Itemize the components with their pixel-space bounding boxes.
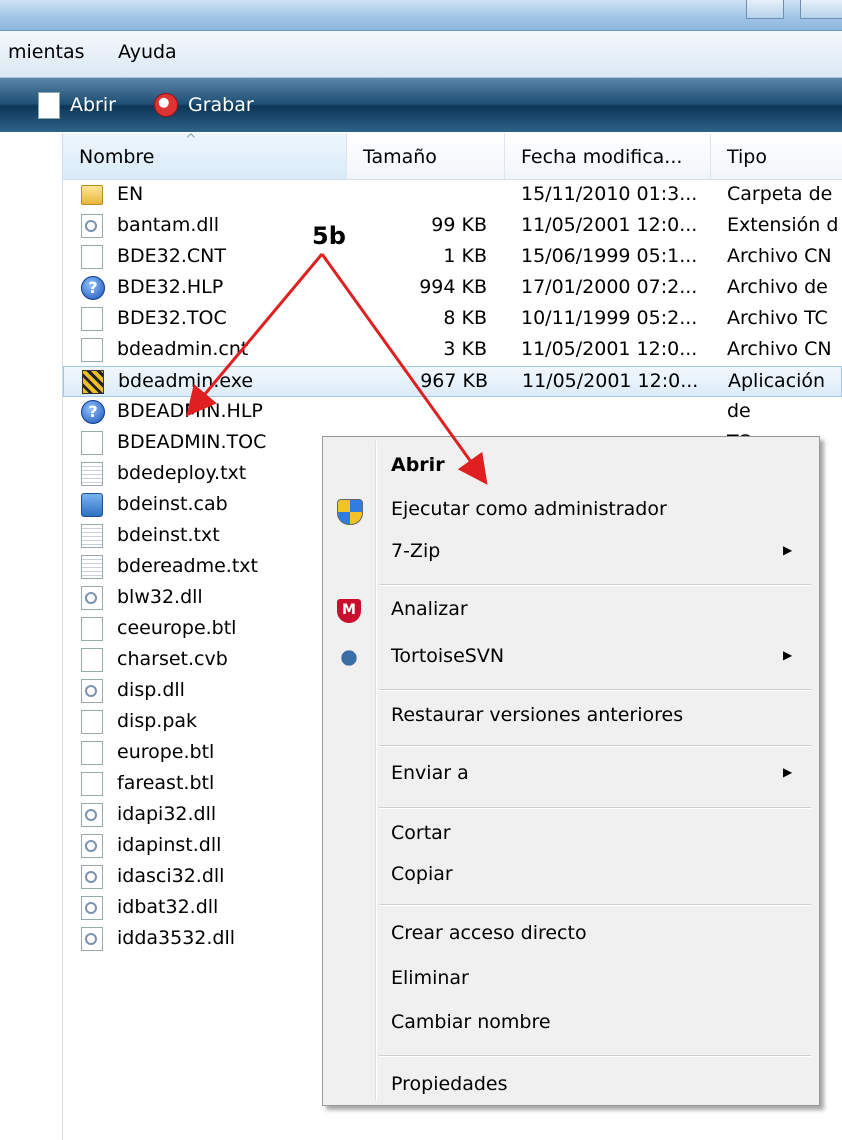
annotation-arrow-to-run-as-admin bbox=[320, 253, 488, 485]
annotation-arrow-to-exe bbox=[186, 253, 324, 417]
annotation-arrows bbox=[186, 253, 488, 485]
